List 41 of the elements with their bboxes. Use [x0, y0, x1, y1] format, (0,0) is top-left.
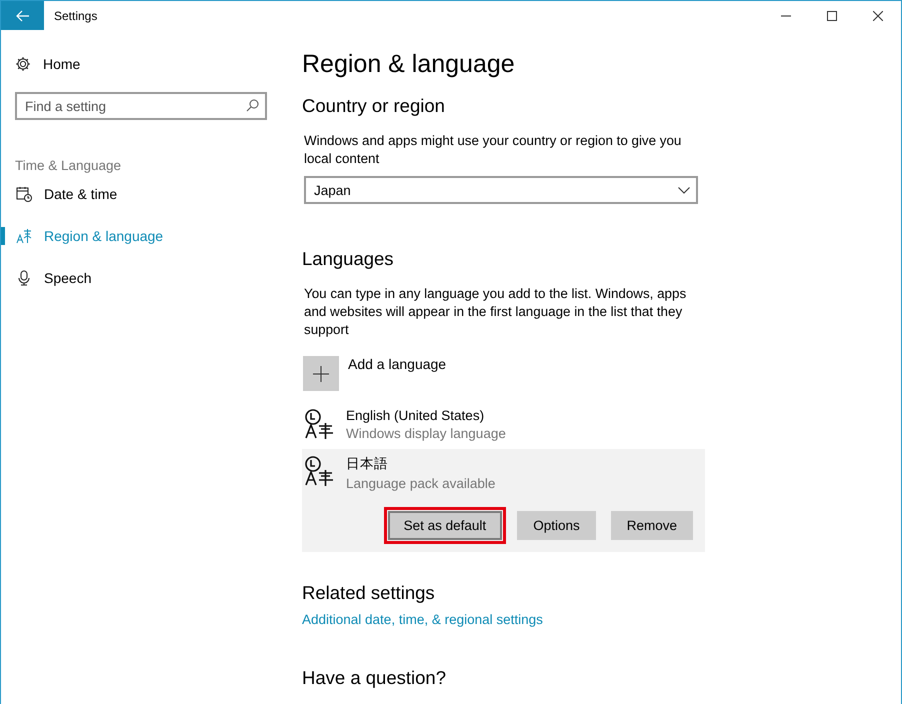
microphone-icon [16, 270, 32, 286]
maximize-icon [827, 10, 837, 20]
language-icon [16, 228, 32, 244]
page-title: Region & language [302, 50, 516, 79]
selection-indicator [1, 227, 5, 245]
language-clock-icon [304, 408, 336, 440]
home-nav-item[interactable]: Home [1, 53, 287, 75]
description-text: Windows and apps might use your country or region to give you local content [304, 132, 682, 168]
add-language-label[interactable]: Add a language [348, 356, 446, 391]
action-button[interactable]: Options [517, 511, 596, 540]
plus-icon [313, 366, 329, 382]
description-text: You can type in any language you add to the list. Windows, apps and websites will appear in the first language in the list that they support [304, 285, 688, 339]
calendar-clock-icon [16, 186, 32, 202]
section-heading: Country or region [302, 95, 446, 117]
language-item[interactable]: 日本語 Language pack available Set as default Options Remove [302, 449, 705, 552]
window-title: Settings [54, 8, 98, 22]
language-status: Windows display language [346, 426, 506, 441]
section-heading: Time & Language [15, 158, 122, 173]
language-status: Language pack available [346, 476, 496, 491]
action-button[interactable]: Remove [610, 511, 693, 540]
back-arrow-icon [16, 10, 30, 22]
search-icon [246, 99, 259, 112]
language-item[interactable]: English (United States) Windows display language [302, 403, 705, 449]
nav-item[interactable]: Region & language [1, 215, 287, 257]
chevron-down-icon [678, 186, 690, 194]
country-dropdown[interactable]: Japan [304, 176, 698, 204]
gear-icon [15, 56, 31, 72]
nav-item[interactable]: Date & time [1, 173, 287, 215]
section-heading: Languages [302, 248, 395, 270]
section-heading: Related settings [302, 582, 436, 604]
nav-item[interactable]: Speech [1, 257, 287, 299]
add-language-button[interactable] [303, 356, 339, 391]
action-button[interactable]: Set as default [388, 511, 502, 540]
search-field[interactable]: Find a setting [15, 92, 267, 120]
back-button[interactable] [1, 1, 44, 30]
close-icon [873, 10, 883, 20]
language-name: English (United States) [346, 408, 486, 423]
language-clock-icon [304, 455, 336, 487]
section-heading: Have a question? [302, 667, 447, 689]
settings-link[interactable]: Additional date, time, & regional settings [302, 612, 901, 627]
language-name: 日本語 [346, 455, 389, 473]
